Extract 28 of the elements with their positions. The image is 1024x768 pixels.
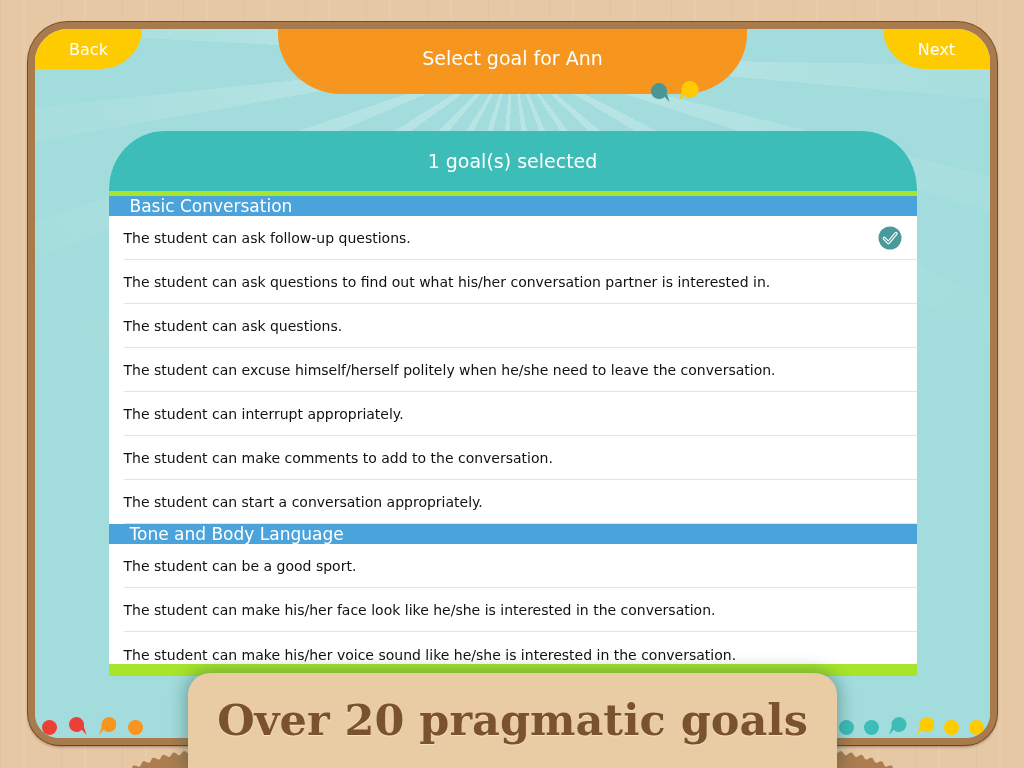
dot-icon [969,720,984,735]
screen-title: Select goal for Ann [422,45,603,70]
section-header: Tone and Body Language [108,524,917,544]
goal-item[interactable]: The student can excuse himself/herself politely when he/she need to leave the conversation. [123,348,917,392]
dot-icon [944,720,959,735]
goal-item[interactable]: The student can be a good sport. [123,544,917,588]
seal-icon [837,751,893,768]
goal-item[interactable]: The student can interrupt appropriately. [123,392,917,436]
speech-bubble-icon [98,717,116,735]
goal-item[interactable]: The student can make his/her voice sound like he/she is interested in the conversation. [123,632,917,664]
goal-item[interactable]: The student can make his/her face look like he/she is interested in the conversation. [123,588,917,632]
promo-banner: Over 20 pragmatic goals [188,673,837,768]
goal-item[interactable]: The student can ask questions to find out what his/her conversation partner is interested in. [123,260,917,304]
dot-icon [864,720,879,735]
speech-bubble-icon [916,717,934,735]
seal-icon [132,751,188,768]
speech-bubble-icon [651,83,670,102]
dot-icon [128,720,143,735]
speech-bubble-icon [679,81,699,101]
selection-count-header: 1 goal(s) selected [108,131,917,191]
section-header: Basic Conversation [108,196,917,216]
goal-item[interactable]: The student can make comments to add to the conversation. [123,436,917,480]
speech-bubble-icon [69,717,87,735]
speech-bubble-icon [889,717,907,735]
goal-item[interactable]: The student can ask questions. [123,304,917,348]
dot-icon [839,720,854,735]
goal-item[interactable]: The student can ask follow-up questions. [123,216,917,260]
dot-icon [42,720,57,735]
